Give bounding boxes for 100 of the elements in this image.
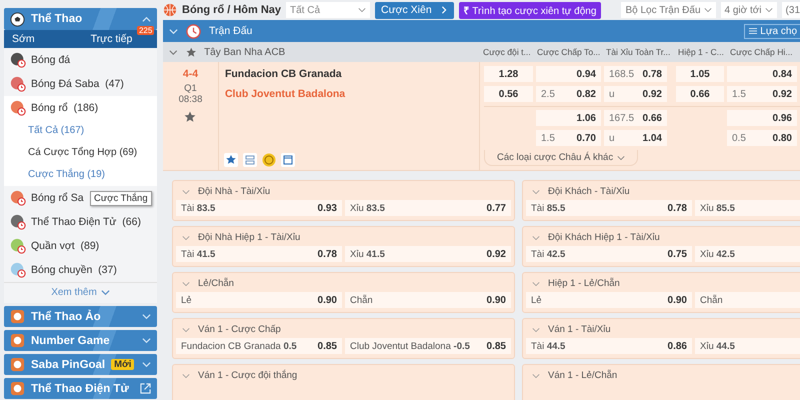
outcome-cell[interactable]: Tài 83.5 0.93: [176, 200, 342, 216]
section-title: Thể Thao Điện Tử: [31, 382, 129, 394]
chevron-down-icon: [532, 188, 540, 196]
sidebar-section[interactable]: Number Game: [4, 330, 157, 351]
market-title: Ván 1 - Cược đội thắng: [198, 370, 298, 381]
calendar-icon[interactable]: [280, 153, 295, 167]
column-header: Tài Xỉu Toàn Tr...: [606, 47, 672, 57]
sport-item[interactable]: Bóng chuyền (37): [4, 258, 117, 282]
odds-cell[interactable]: 1.5 0.92: [727, 86, 797, 102]
market-title: Đội Khách - Tài/Xỉu: [548, 186, 630, 197]
chevron-down-icon: [532, 280, 540, 288]
market-title: Đội Nhà - Tài/Xỉu: [198, 186, 270, 197]
outcome-cell[interactable]: Tài 44.5 0.86: [526, 338, 692, 354]
chevron-down-icon: [182, 372, 190, 380]
market-title: Ván 1 - Lẻ/Chẵn: [548, 370, 618, 381]
odds-cell[interactable]: 1.06: [536, 110, 601, 126]
market-title: Ván 1 - Cược Chấp: [198, 324, 281, 335]
outcome-cell[interactable]: Xỉu 85.5: [695, 200, 800, 216]
market-title: Ván 1 - Tài/Xỉu: [548, 324, 611, 335]
coin-icon[interactable]: [262, 153, 276, 167]
chevron-down-icon: [142, 336, 151, 345]
outcome-cell[interactable]: Lẻ 0.90: [526, 292, 692, 308]
outcome-cell[interactable]: Xỉu 41.5 0.92: [345, 246, 511, 262]
sidebar-section[interactable]: Thể Thao Ảo: [4, 306, 157, 327]
chevron-down-icon: [532, 372, 540, 380]
odds-cell[interactable]: u 0.92: [604, 86, 667, 102]
outcome-cell[interactable]: Lẻ 0.90: [176, 292, 342, 308]
match-clock: 08:38: [178, 94, 202, 105]
section-title: Saba PinGoal: [31, 358, 106, 370]
filter-dropdown[interactable]: Bộ Lọc Trận Đấu: [621, 2, 716, 18]
odds-cell[interactable]: 0.84: [727, 66, 797, 82]
sport-item[interactable]: Thể Thao Điện Tử (66): [4, 210, 141, 234]
sport-item[interactable]: Bóng rổ (186): [4, 96, 157, 120]
sidebar-tab[interactable]: Sớm: [12, 33, 35, 45]
league-name: Tây Ban Nha ACB: [204, 46, 286, 58]
market-title: Lẻ/Chẵn: [198, 278, 234, 289]
market-select[interactable]: Tất Cả: [286, 2, 370, 18]
tooltip: Cược Thắng: [90, 191, 152, 206]
odds-cell[interactable]: 168.5 0.78: [604, 66, 667, 82]
chevron-down-icon: [182, 234, 190, 242]
caret-icon: [704, 6, 712, 14]
outcome-cell[interactable]: Tài 42.5 0.75: [526, 246, 692, 262]
market-title: Đội Khách Hiệp 1 - Tài/Xỉu: [548, 232, 660, 243]
outcome-cell[interactable]: Xỉu 44.5: [695, 338, 800, 354]
odds-cell[interactable]: 0.56: [484, 86, 533, 102]
sport-ball-icon: [10, 76, 26, 92]
odds-cell[interactable]: 0.5 0.80: [727, 130, 797, 146]
choose-button[interactable]: Lựa chọ: [744, 24, 800, 38]
star-icon[interactable]: [184, 111, 196, 123]
odds-cell[interactable]: 0.66: [676, 86, 724, 102]
sidebar-section[interactable]: Thể Thao Điện Tử: [4, 378, 157, 399]
outcome-cell[interactable]: Fundacion CB Granada 0.5 0.85: [176, 338, 342, 354]
sub-item[interactable]: Tất Cả (167): [4, 120, 157, 142]
chevron-down-icon: [182, 188, 190, 196]
star-icon[interactable]: [224, 153, 238, 167]
caret-icon: [617, 154, 626, 162]
outcome-cell[interactable]: Chẵn: [695, 292, 800, 308]
odds-cell[interactable]: 2.5 0.82: [536, 86, 601, 102]
odds-cell[interactable]: 1.5 0.70: [536, 130, 601, 146]
outcome-cell[interactable]: Xỉu 42.5: [695, 246, 800, 262]
filter-dropdown[interactable]: 4 giờ tới: [720, 2, 777, 18]
odds-cell[interactable]: 167.5 0.66: [604, 110, 667, 126]
odds-cell[interactable]: 0.96: [727, 110, 797, 126]
chevron-down-icon: [169, 48, 178, 56]
sport-ball-icon: [10, 190, 26, 206]
chevron-down-icon: [532, 234, 540, 242]
chevron-down-icon: [182, 326, 190, 334]
auto-parlay-button[interactable]: ₹ Trình tạo cược xiên tự động: [458, 2, 602, 18]
sport-item[interactable]: Bóng rổ Sa: [4, 186, 84, 210]
outcome-cell[interactable]: Tài 41.5 0.78: [176, 246, 342, 262]
odds-cell[interactable]: 1.05: [676, 66, 724, 82]
chevron-down-icon: [142, 312, 151, 321]
market-title: Hiệp 1 - Lẻ/Chẵn: [548, 278, 620, 289]
live-count-badge: 225: [136, 26, 154, 35]
parlay-button[interactable]: Cược Xiên: [375, 2, 454, 18]
sub-item[interactable]: Cược Thắng (19): [4, 164, 157, 186]
more-markets-tab[interactable]: Các loại cược Châu Á khác: [484, 150, 638, 166]
section-title: Thể Thao Ảo: [31, 310, 101, 322]
list-icon[interactable]: [242, 153, 257, 167]
chevron-right-icon: [440, 6, 448, 14]
outcome-cell[interactable]: Club Joventut Badalona -0.5 0.85: [345, 338, 511, 354]
column-header: Hiệp 1 - C...: [678, 47, 725, 57]
home-team: Fundacion CB Granada: [224, 68, 343, 80]
odds-cell[interactable]: 1.28: [484, 66, 533, 82]
sub-item[interactable]: Cá Cược Tổng Hợp (69): [4, 142, 157, 164]
sport-item[interactable]: Bóng Đá Saba (47): [4, 72, 124, 96]
sport-item[interactable]: Quần vợt (89): [4, 234, 100, 258]
sidebar-section[interactable]: Saba PinGoal Mới: [4, 354, 157, 375]
odds-cell[interactable]: u 1.04: [604, 130, 667, 146]
outcome-cell[interactable]: Tài 85.5 0.78: [526, 200, 692, 216]
chevron-down-icon: [169, 26, 178, 36]
outcome-cell[interactable]: Chẵn 0.90: [345, 292, 511, 308]
star-icon[interactable]: [186, 46, 196, 58]
sport-ball-icon: [10, 262, 26, 278]
outcome-cell[interactable]: Xỉu 83.5 0.77: [345, 200, 511, 216]
sport-item[interactable]: Bóng đá: [4, 48, 70, 72]
sport-ball-icon: [10, 100, 26, 116]
date-dropdown[interactable]: (31: [782, 2, 800, 18]
odds-cell[interactable]: 0.94: [536, 66, 601, 82]
menu-icon: [749, 27, 758, 35]
